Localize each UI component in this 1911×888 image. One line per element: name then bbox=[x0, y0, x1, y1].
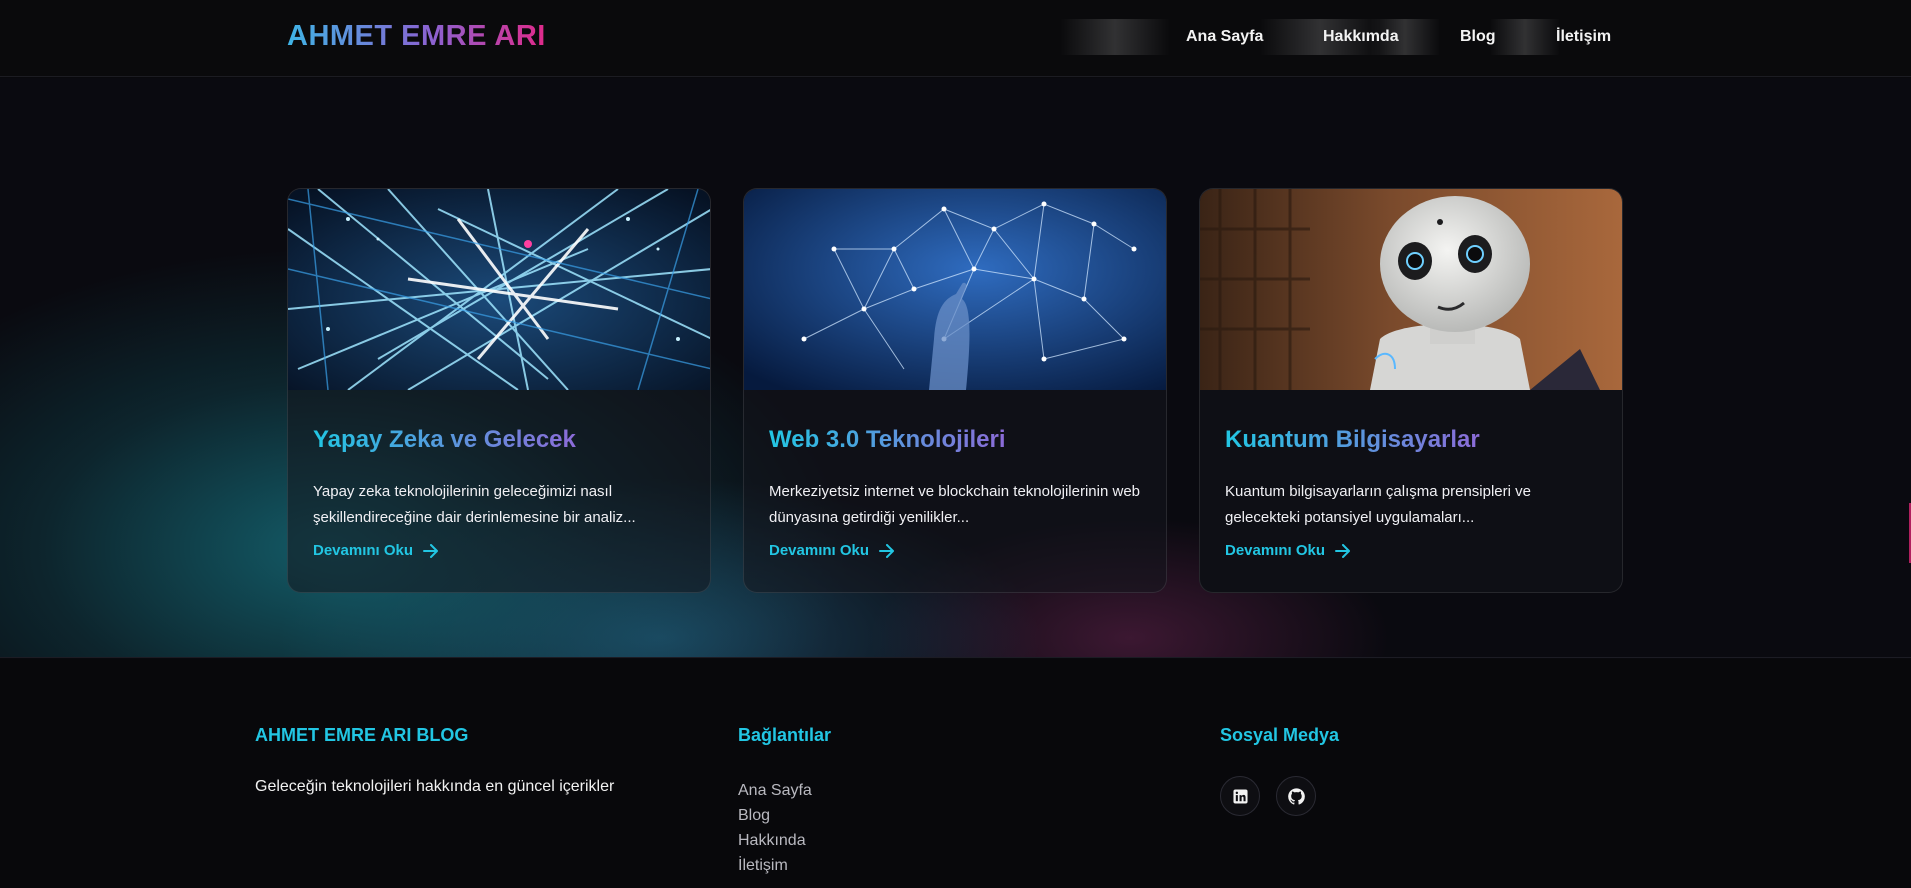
blog-card[interactable]: Web 3.0 Teknolojileri Merkeziyetsiz inte… bbox=[743, 188, 1167, 593]
linkedin-button[interactable] bbox=[1220, 776, 1260, 816]
footer-link-contact[interactable]: İletişim bbox=[738, 853, 812, 878]
footer-tagline: Geleceğin teknolojileri hakkında en günc… bbox=[255, 778, 615, 795]
nav-hover-glow bbox=[1060, 19, 1170, 55]
blog-card[interactable]: Yapay Zeka ve Gelecek Yapay zeka teknolo… bbox=[287, 188, 711, 593]
read-more-link[interactable]: Devamını Oku bbox=[769, 542, 895, 559]
footer-brand-title: AHMET EMRE ARI BLOG bbox=[255, 725, 469, 745]
card-image-ai[interactable] bbox=[288, 189, 710, 390]
blog-cards-section: Yapay Zeka ve Gelecek Yapay zeka teknolo… bbox=[0, 78, 1911, 658]
nav-home[interactable]: Ana Sayfa bbox=[1186, 19, 1263, 55]
arrow-right-icon bbox=[423, 543, 439, 558]
arrow-right-icon bbox=[1335, 543, 1351, 558]
read-more-label: Devamını Oku bbox=[313, 542, 414, 559]
card-title[interactable]: Web 3.0 Teknolojileri bbox=[769, 426, 1006, 454]
read-more-link[interactable]: Devamını Oku bbox=[1225, 542, 1351, 559]
nav-hover-glow bbox=[1490, 19, 1560, 55]
nav-contact[interactable]: İletişim bbox=[1556, 19, 1611, 55]
footer-link-home[interactable]: Ana Sayfa bbox=[738, 778, 812, 803]
nav-about[interactable]: Hakkımda bbox=[1323, 19, 1399, 55]
github-button[interactable] bbox=[1276, 776, 1316, 816]
card-title[interactable]: Kuantum Bilgisayarlar bbox=[1225, 426, 1480, 454]
card-description: Yapay zeka teknolojilerinin geleceğimizi… bbox=[313, 483, 636, 526]
linkedin-icon bbox=[1232, 788, 1248, 804]
blog-card[interactable]: Kuantum Bilgisayarlar Kuantum bilgisayar… bbox=[1199, 188, 1623, 593]
footer-links: Ana Sayfa Blog Hakkında İletişim bbox=[738, 778, 812, 878]
main-nav: Ana Sayfa Hakkımda Blog İletişim bbox=[1060, 19, 1620, 55]
footer-social-title: Sosyal Medya bbox=[1220, 725, 1340, 745]
read-more-link[interactable]: Devamını Oku bbox=[313, 542, 439, 559]
card-image-web3[interactable] bbox=[744, 189, 1166, 390]
site-logo[interactable]: AHMET EMRE ARI bbox=[287, 20, 546, 53]
footer-links-title: Bağlantılar bbox=[738, 725, 832, 745]
footer-link-blog[interactable]: Blog bbox=[738, 803, 812, 828]
github-icon bbox=[1287, 787, 1305, 804]
nav-blog[interactable]: Blog bbox=[1460, 19, 1496, 55]
card-description: Merkeziyetsiz internet ve blockchain tek… bbox=[769, 483, 1141, 526]
site-footer: AHMET EMRE ARI BLOG Geleceğin teknolojil… bbox=[0, 659, 1911, 888]
read-more-label: Devamını Oku bbox=[769, 542, 870, 559]
card-description: Kuantum bilgisayarların çalışma prensipl… bbox=[1225, 483, 1531, 526]
card-title[interactable]: Yapay Zeka ve Gelecek bbox=[313, 426, 576, 454]
arrow-right-icon bbox=[879, 543, 895, 558]
site-header: AHMET EMRE ARI Ana Sayfa Hakkımda Blog İ… bbox=[0, 0, 1911, 77]
read-more-label: Devamını Oku bbox=[1225, 542, 1326, 559]
footer-link-about[interactable]: Hakkında bbox=[738, 828, 812, 853]
card-image-robot[interactable] bbox=[1200, 189, 1622, 390]
page: AHMET EMRE ARI Ana Sayfa Hakkımda Blog İ… bbox=[0, 0, 1911, 888]
